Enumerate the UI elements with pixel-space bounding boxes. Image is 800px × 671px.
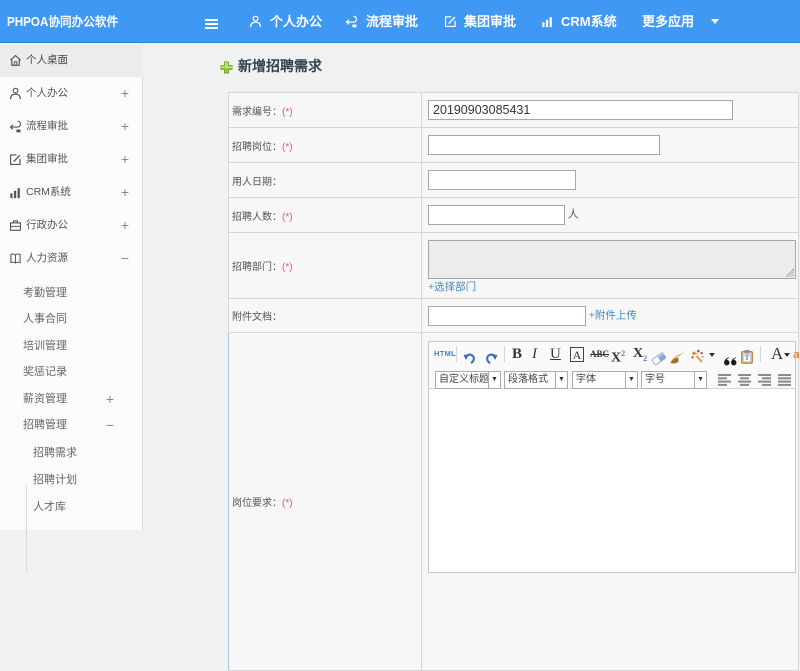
svg-text:T: T bbox=[745, 354, 750, 362]
